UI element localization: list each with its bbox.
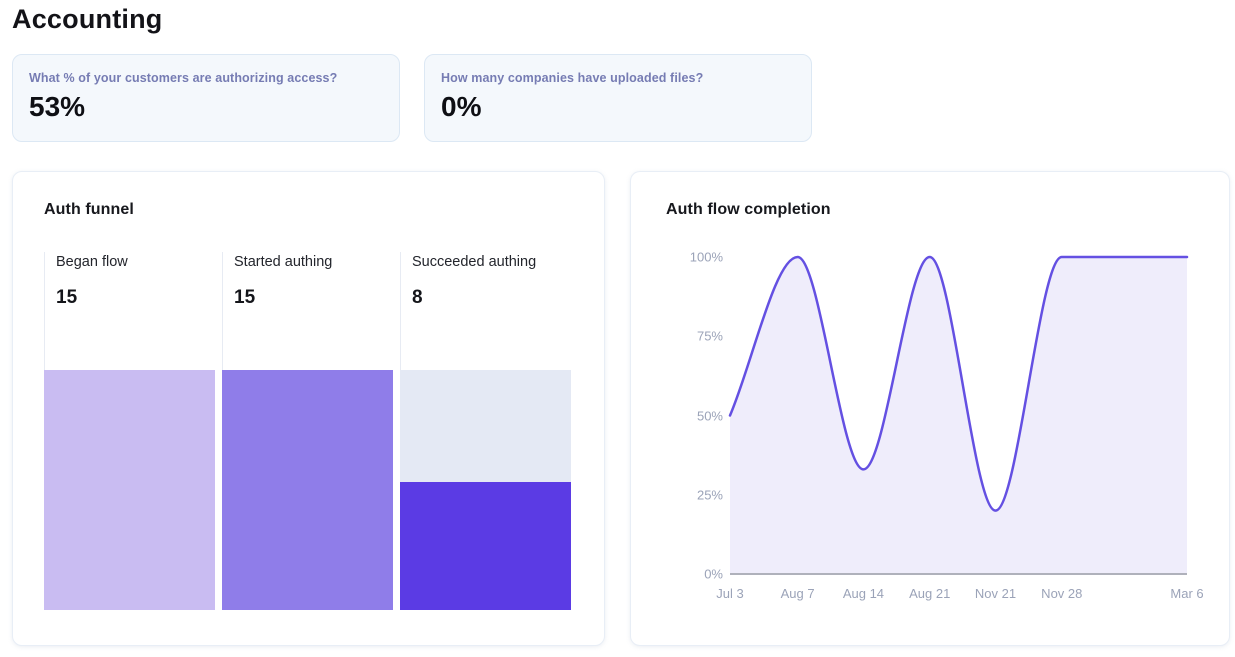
stat-question: What % of your customers are authorizing… <box>29 71 383 85</box>
charts-row: Auth funnel Began flow 15 Started authing 1… <box>12 171 1235 646</box>
x-tick-label: Aug 14 <box>843 586 884 601</box>
funnel-bar-track <box>222 370 393 610</box>
y-tick-label: 75% <box>697 329 723 344</box>
stat-card-uploaded-files: How many companies have uploaded files? … <box>424 54 812 142</box>
funnel-step-label: Succeeded authing <box>412 254 578 270</box>
y-tick-label: 0% <box>704 567 723 582</box>
funnel-bar-track <box>44 370 215 610</box>
line-chart-title: Auth flow completion <box>666 201 1229 219</box>
stat-question: How many companies have uploaded files? <box>441 71 795 85</box>
y-tick-label: 25% <box>697 487 723 502</box>
x-axis: Jul 3Aug 7Aug 14Aug 21Nov 21Nov 28Mar 6 <box>730 574 1187 608</box>
x-tick-label: Aug 21 <box>909 586 950 601</box>
plot-area: Jul 3Aug 7Aug 14Aug 21Nov 21Nov 28Mar 6 <box>730 257 1187 574</box>
y-axis: 0%25%50%75%100% <box>631 257 730 574</box>
funnel-step-value: 15 <box>234 287 400 309</box>
stat-card-authorizing-access: What % of your customers are authorizing… <box>12 54 400 142</box>
x-tick-label: Mar 6 <box>1170 586 1203 601</box>
funnel-bar <box>222 370 393 610</box>
funnel-bar <box>44 370 215 610</box>
funnel-title: Auth funnel <box>44 201 578 219</box>
area-fill <box>730 257 1187 574</box>
funnel-bar-track <box>400 370 571 610</box>
stat-value: 0% <box>441 91 795 123</box>
stats-row: What % of your customers are authorizing… <box>12 54 1235 142</box>
page-title: Accounting <box>12 4 1235 35</box>
dashboard-page: Accounting What % of your customers are … <box>0 0 1235 646</box>
funnel-step-value: 8 <box>412 287 578 309</box>
x-tick-label: Nov 21 <box>975 586 1016 601</box>
x-tick-label: Jul 3 <box>716 586 743 601</box>
auth-funnel-card: Auth funnel Began flow 15 Started authing 1… <box>12 171 605 646</box>
funnel-bar <box>400 482 571 610</box>
funnel-step-value: 15 <box>56 287 222 309</box>
funnel-column-header: Started authing 15 <box>222 252 400 370</box>
funnel-column-header: Began flow 15 <box>44 252 222 370</box>
y-tick-label: 50% <box>697 408 723 423</box>
stat-value: 53% <box>29 91 383 123</box>
funnel-column: Started authing 15 <box>222 252 400 610</box>
x-tick-label: Aug 7 <box>781 586 815 601</box>
y-tick-label: 100% <box>690 250 723 265</box>
funnel-columns: Began flow15Started authing15Succeeded a… <box>44 252 578 610</box>
funnel-step-label: Started authing <box>234 254 400 270</box>
funnel-step-label: Began flow <box>56 254 222 270</box>
funnel-column: Succeeded authing 8 <box>400 252 578 610</box>
auth-flow-completion-chart: 0%25%50%75%100% Jul 3Aug 7Aug 14Aug 21No… <box>631 257 1229 574</box>
area-line-svg <box>730 257 1187 574</box>
funnel-column-header: Succeeded authing 8 <box>400 252 578 370</box>
x-tick-label: Nov 28 <box>1041 586 1082 601</box>
auth-flow-completion-card: Auth flow completion 0% 25% 50% 75% 100% Jul… <box>630 171 1230 646</box>
funnel-column: Began flow 15 <box>44 252 222 610</box>
